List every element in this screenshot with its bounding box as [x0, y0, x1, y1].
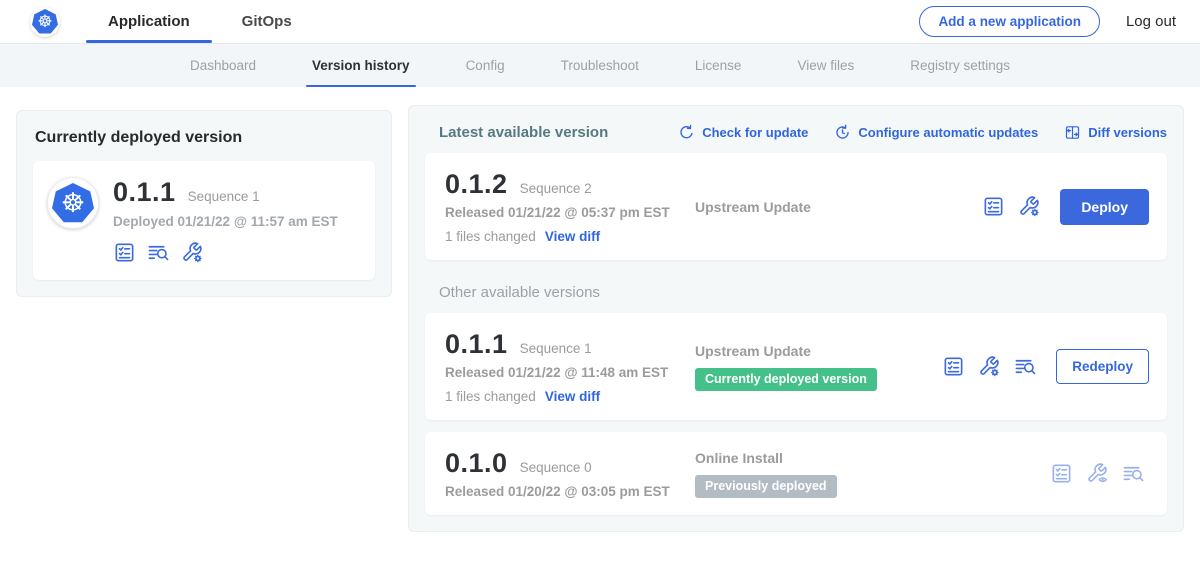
logout-link[interactable]: Log out [1126, 13, 1176, 30]
version-row-0-1-2: 0.1.2 Sequence 2 Released 01/21/22 @ 05:… [425, 153, 1167, 260]
currently-deployed-badge: Currently deployed version [695, 368, 877, 391]
tab-view-files[interactable]: View files [769, 44, 882, 87]
check-for-update-link[interactable]: Check for update [678, 124, 808, 141]
logs-magnifier-icon[interactable] [147, 241, 170, 264]
update-schedule-icon [834, 124, 851, 141]
files-changed-label: 1 files changed [445, 389, 536, 404]
released-timestamp: Released 01/21/22 @ 11:48 am EST [445, 365, 695, 380]
other-versions-heading: Other available versions [439, 284, 1167, 301]
tab-troubleshoot-label: Troubleshoot [561, 58, 639, 73]
add-new-application-button[interactable]: Add a new application [919, 6, 1100, 37]
diff-icon [1064, 124, 1081, 141]
view-diff-link[interactable]: View diff [545, 229, 600, 244]
deployed-timestamp: Deployed 01/21/22 @ 11:57 am EST [113, 214, 338, 229]
tab-view-files-label: View files [797, 58, 854, 73]
version-history-panel: Latest available version Check for updat… [408, 105, 1184, 532]
latest-version-heading: Latest available version [439, 124, 608, 141]
tab-license[interactable]: License [667, 44, 770, 87]
sequence-label: Sequence 1 [520, 341, 592, 356]
app-header: ☸ Application GitOps Add a new applicati… [0, 0, 1200, 44]
currently-deployed-panel: Currently deployed version ☸ 0.1.1 Seque… [16, 110, 392, 297]
sequence-label: Sequence 0 [520, 460, 592, 475]
deploy-button[interactable]: Deploy [1060, 189, 1149, 225]
main-content: Currently deployed version ☸ 0.1.1 Seque… [0, 87, 1200, 532]
deployed-version-number: 0.1.1 [113, 177, 176, 208]
tab-config-label: Config [466, 58, 505, 73]
released-timestamp: Released 01/21/22 @ 05:37 pm EST [445, 205, 695, 220]
header-tab-gitops[interactable]: GitOps [216, 0, 318, 43]
kubernetes-app-icon: ☸ [47, 177, 99, 229]
files-changed-label: 1 files changed [445, 229, 536, 244]
version-source-label: Upstream Update [695, 343, 942, 359]
tab-version-history-label: Version history [312, 58, 410, 73]
tab-troubleshoot[interactable]: Troubleshoot [533, 44, 667, 87]
check-for-update-label: Check for update [702, 125, 808, 140]
checklist-icon[interactable] [113, 241, 136, 264]
currently-deployed-card: ☸ 0.1.1 Sequence 1 Deployed 01/21/22 @ 1… [33, 161, 375, 280]
tab-registry-settings[interactable]: Registry settings [882, 44, 1038, 87]
wrench-gear-icon[interactable] [978, 355, 1001, 378]
released-timestamp: Released 01/20/22 @ 03:05 pm EST [445, 484, 695, 499]
diff-versions-link[interactable]: Diff versions [1064, 124, 1167, 141]
header-tab-application-label: Application [108, 13, 190, 30]
tab-config[interactable]: Config [438, 44, 533, 87]
currently-deployed-title: Currently deployed version [35, 129, 375, 147]
version-number: 0.1.2 [445, 169, 508, 200]
tab-dashboard[interactable]: Dashboard [162, 44, 284, 87]
version-row-0-1-0: 0.1.0 Sequence 0 Released 01/20/22 @ 03:… [425, 432, 1167, 515]
wrench-gear-icon[interactable] [181, 241, 204, 264]
refresh-icon [678, 124, 695, 141]
tab-dashboard-label: Dashboard [190, 58, 256, 73]
version-source-label: Upstream Update [695, 199, 982, 215]
deployed-sequence-label: Sequence 1 [188, 189, 260, 204]
diff-versions-label: Diff versions [1088, 125, 1167, 140]
tab-registry-settings-label: Registry settings [910, 58, 1010, 73]
checklist-icon[interactable] [1050, 462, 1073, 485]
configure-automatic-updates-label: Configure automatic updates [858, 125, 1038, 140]
logs-magnifier-icon[interactable] [1014, 355, 1037, 378]
view-diff-link[interactable]: View diff [545, 389, 600, 404]
sequence-label: Sequence 2 [520, 181, 592, 196]
kubernetes-logo-icon: ☸ [30, 7, 60, 37]
wrench-eye-icon[interactable] [1086, 462, 1109, 485]
app-subnav: Dashboard Version history Config Trouble… [0, 44, 1200, 87]
tab-license-label: License [695, 58, 742, 73]
checklist-icon[interactable] [982, 195, 1005, 218]
version-source-label: Online Install [695, 450, 1050, 466]
version-number: 0.1.1 [445, 329, 508, 360]
checklist-icon[interactable] [942, 355, 965, 378]
version-number: 0.1.0 [445, 448, 508, 479]
logs-magnifier-icon[interactable] [1122, 462, 1145, 485]
configure-automatic-updates-link[interactable]: Configure automatic updates [834, 124, 1038, 141]
header-tab-application[interactable]: Application [82, 0, 216, 43]
redeploy-button[interactable]: Redeploy [1056, 349, 1149, 384]
header-tab-gitops-label: GitOps [242, 13, 292, 30]
version-row-0-1-1: 0.1.1 Sequence 1 Released 01/21/22 @ 11:… [425, 313, 1167, 420]
wrench-gear-icon[interactable] [1018, 195, 1041, 218]
previously-deployed-badge: Previously deployed [695, 475, 837, 498]
tab-version-history[interactable]: Version history [284, 44, 438, 87]
